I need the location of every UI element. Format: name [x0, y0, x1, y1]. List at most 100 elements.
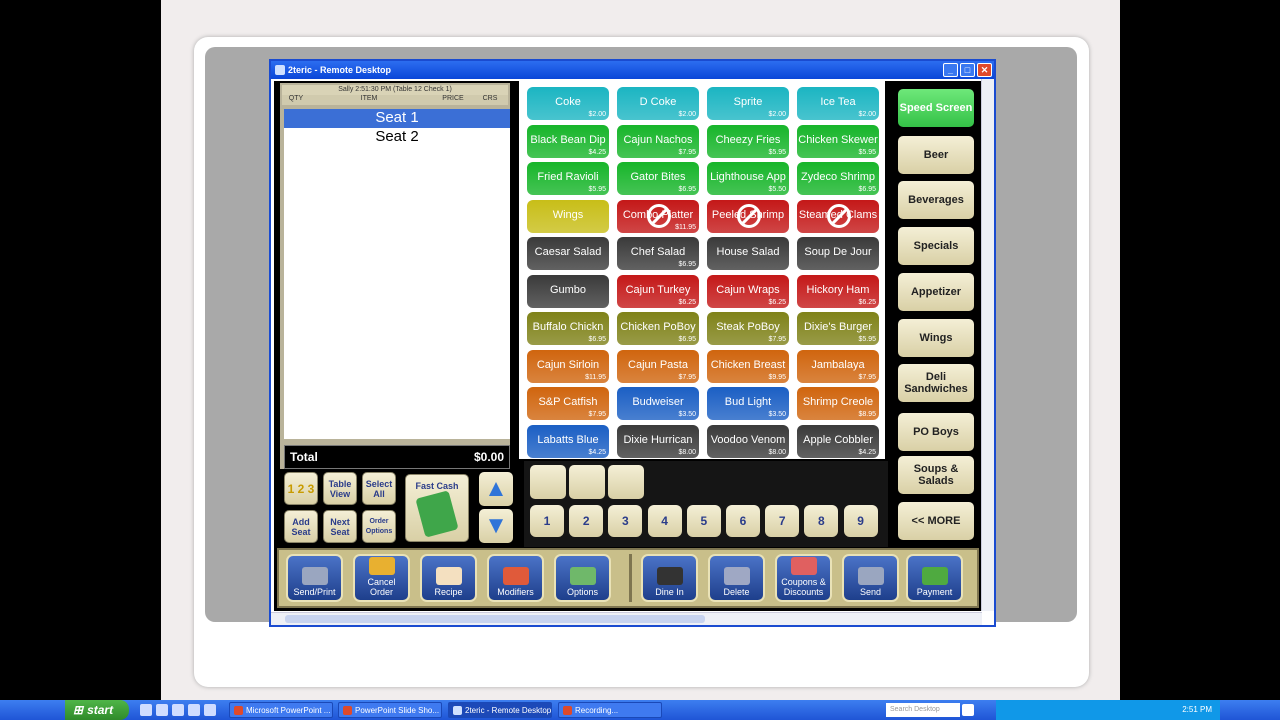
menu-item[interactable]: Gator Bites $6.95 — [617, 162, 699, 195]
browser-icon[interactable] — [188, 704, 200, 716]
menu-item[interactable]: Shrimp Creole $8.95 — [797, 387, 879, 420]
window-titlebar[interactable]: 2teric - Remote Desktop _ □ ✕ — [271, 61, 994, 79]
scroll-thumb[interactable] — [285, 615, 705, 623]
next-seat-button[interactable]: Next Seat — [323, 510, 357, 543]
menu-item[interactable]: Soup De Jour — [797, 237, 879, 270]
scroll-down-button[interactable]: ▼ — [479, 509, 513, 543]
action-button[interactable]: Coupons & Discounts — [775, 554, 832, 602]
maximize-button[interactable]: □ — [960, 63, 975, 77]
menu-item[interactable]: Cajun Nachos $7.95 — [617, 124, 699, 158]
action-button[interactable]: Recipe — [420, 554, 477, 602]
action-button[interactable]: Delete — [708, 554, 765, 602]
category-button[interactable]: Deli Sandwiches — [898, 364, 974, 402]
category-button[interactable]: Appetizer — [898, 273, 974, 311]
search-input[interactable]: Search Desktop — [886, 703, 960, 717]
menu-item[interactable]: Labatts Blue $4.25 — [527, 424, 609, 458]
blank-button[interactable] — [569, 465, 605, 499]
menu-item[interactable]: Combo Platter $11.95 — [617, 199, 699, 233]
menu-item[interactable]: Chef Salad $6.95 — [617, 237, 699, 270]
vertical-scrollbar[interactable] — [981, 79, 994, 611]
category-button[interactable]: PO Boys — [898, 413, 974, 451]
category-button[interactable]: Beer — [898, 136, 974, 174]
menu-item[interactable]: Steamed Clams — [797, 199, 879, 233]
action-button[interactable]: Send — [842, 554, 899, 602]
app-icon[interactable] — [172, 704, 184, 716]
seat-row[interactable]: Seat 1 — [284, 109, 510, 128]
task-recording[interactable]: Recording... — [558, 702, 662, 718]
horizontal-scrollbar[interactable] — [271, 612, 982, 625]
action-button[interactable]: Modifiers — [487, 554, 544, 602]
scroll-up-button[interactable]: ▲ — [479, 472, 513, 506]
menu-item[interactable]: Bud Light $3.50 — [707, 387, 789, 420]
numpad-key[interactable]: 5 — [686, 505, 721, 537]
menu-item[interactable]: Budweiser $3.50 — [617, 387, 699, 420]
menu-item[interactable]: House Salad — [707, 237, 789, 270]
menu-item[interactable]: Hickory Ham $6.25 — [797, 274, 879, 308]
menu-item[interactable]: Peeled Shrimp — [707, 199, 789, 233]
action-button[interactable]: Send/Print — [286, 554, 343, 602]
category-button[interactable]: Wings — [898, 319, 974, 357]
fast-cash-button[interactable]: Fast Cash — [405, 474, 469, 542]
menu-item[interactable]: Sprite $2.00 — [707, 87, 789, 120]
start-button[interactable]: ⊞ start — [65, 700, 129, 720]
numpad-key[interactable]: 6 — [726, 505, 760, 537]
category-button[interactable]: << MORE — [898, 502, 974, 540]
add-seat-button[interactable]: Add Seat — [284, 510, 318, 543]
menu-item[interactable]: Dixie Hurrican $8.00 — [617, 424, 699, 458]
search-icon[interactable] — [962, 704, 974, 716]
blank-button[interactable] — [608, 465, 644, 499]
task-slideshow[interactable]: PowerPoint Slide Sho... — [338, 702, 442, 718]
action-button[interactable]: Dine In — [641, 554, 698, 602]
menu-item[interactable]: Caesar Salad — [527, 237, 609, 270]
menu-item[interactable]: Chicken Skewer $5.95 — [797, 124, 879, 158]
menu-item[interactable]: Voodoo Venom $8.00 — [707, 424, 789, 458]
numpad-key[interactable]: 9 — [843, 505, 878, 537]
menu-item[interactable]: Apple Cobbler $4.25 — [797, 424, 879, 458]
menu-item[interactable]: Cheezy Fries $5.95 — [707, 124, 789, 158]
menu-item[interactable]: Wings — [527, 199, 609, 233]
app-icon[interactable] — [204, 704, 216, 716]
category-button[interactable]: Soups & Salads — [898, 456, 974, 494]
menu-item[interactable]: Buffalo Chickn $6.95 — [527, 312, 609, 345]
app-icon[interactable] — [156, 704, 168, 716]
table-view-button[interactable]: Table View — [323, 472, 357, 505]
numpad-key[interactable]: 8 — [804, 505, 839, 537]
action-button[interactable]: Cancel Order — [353, 554, 410, 602]
menu-item[interactable]: Lighthouse App $5.50 — [707, 162, 789, 195]
task-remote-desktop[interactable]: 2teric - Remote Desktop — [448, 702, 552, 718]
category-button[interactable]: Beverages — [898, 181, 974, 219]
menu-item[interactable]: Black Bean Dip $4.25 — [527, 124, 609, 158]
action-button[interactable]: Payment — [906, 554, 963, 602]
menu-item[interactable]: Coke $2.00 — [527, 87, 609, 120]
numpad-key[interactable]: 3 — [608, 505, 643, 537]
menu-item[interactable]: Ice Tea $2.00 — [797, 87, 879, 120]
select-all-button[interactable]: Select All — [362, 472, 396, 505]
menu-item[interactable]: Dixie's Burger $5.95 — [797, 312, 879, 345]
quantity-button[interactable]: 1 2 3 — [284, 472, 318, 505]
action-button[interactable]: Options — [554, 554, 611, 602]
menu-item[interactable]: Chicken Breast $9.95 — [707, 349, 789, 383]
seat-row[interactable]: Seat 2 — [284, 128, 510, 147]
blank-button[interactable] — [530, 465, 566, 499]
menu-item[interactable]: Jambalaya $7.95 — [797, 349, 879, 383]
category-button[interactable]: Specials — [898, 227, 974, 265]
numpad-key[interactable]: 7 — [765, 505, 800, 537]
minimize-button[interactable]: _ — [943, 63, 958, 77]
order-options-button[interactable]: Order Options — [362, 510, 396, 543]
menu-item[interactable]: Zydeco Shrimp $6.95 — [797, 162, 879, 195]
menu-item[interactable]: S&P Catfish $7.95 — [527, 387, 609, 420]
menu-item[interactable]: Gumbo — [527, 274, 609, 308]
numpad-key[interactable]: 4 — [647, 505, 682, 537]
menu-item[interactable]: Chicken PoBoy $6.95 — [617, 312, 699, 345]
numpad-key[interactable]: 1 — [530, 505, 564, 537]
menu-item[interactable]: Cajun Pasta $7.95 — [617, 349, 699, 383]
task-powerpoint[interactable]: Microsoft PowerPoint ... — [229, 702, 333, 718]
show-desktop-icon[interactable] — [140, 704, 152, 716]
menu-item[interactable]: Cajun Sirloin $11.95 — [527, 349, 609, 383]
menu-item[interactable]: Cajun Wraps $6.25 — [707, 274, 789, 308]
close-button[interactable]: ✕ — [977, 63, 992, 77]
menu-item[interactable]: D Coke $2.00 — [617, 87, 699, 120]
numpad-key[interactable]: 2 — [569, 505, 604, 537]
menu-item[interactable]: Steak PoBoy $7.95 — [707, 312, 789, 345]
menu-item[interactable]: Cajun Turkey $6.25 — [617, 274, 699, 308]
